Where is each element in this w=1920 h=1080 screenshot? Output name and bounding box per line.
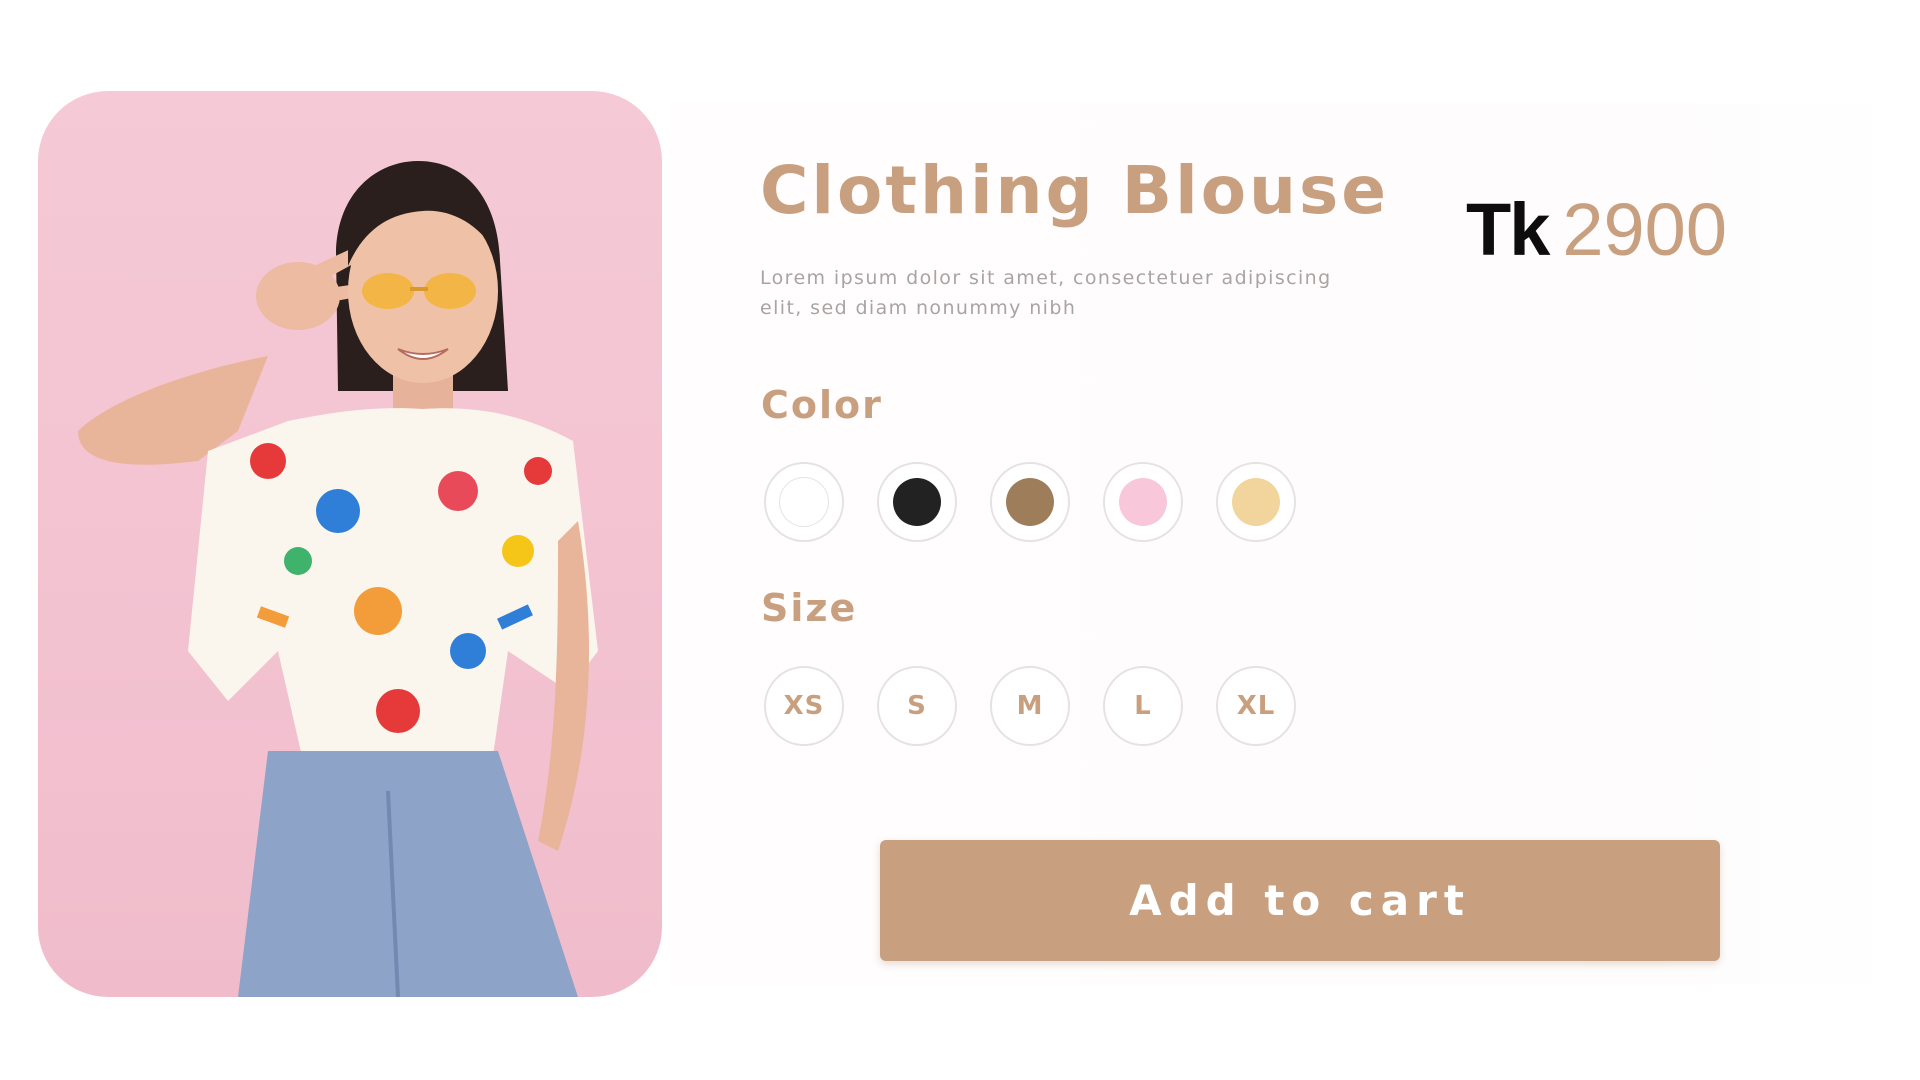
- product-price: Tk 2900: [1466, 190, 1727, 270]
- size-option-l[interactable]: L: [1103, 666, 1183, 746]
- size-option-s[interactable]: S: [877, 666, 957, 746]
- color-swatch-black[interactable]: [877, 462, 957, 542]
- price-currency: Tk: [1466, 188, 1550, 271]
- price-amount: 2900: [1562, 188, 1727, 271]
- color-swatch-list: [764, 462, 1296, 542]
- color-label: Color: [761, 383, 883, 427]
- color-swatch-white-dot: [779, 477, 829, 527]
- product-description: Lorem ipsum dolor sit amet, consectetuer…: [760, 267, 1332, 319]
- size-label: Size: [761, 586, 858, 630]
- product-model-image: [78, 161, 598, 997]
- color-swatch-pink-dot: [1119, 478, 1167, 526]
- color-swatch-white[interactable]: [764, 462, 844, 542]
- size-option-xl[interactable]: XL: [1216, 666, 1296, 746]
- product-title: Clothing Blouse: [760, 152, 1390, 229]
- color-swatch-cream[interactable]: [1216, 462, 1296, 542]
- size-option-m[interactable]: M: [990, 666, 1070, 746]
- color-swatch-brown[interactable]: [990, 462, 1070, 542]
- size-option-list: XS S M L XL: [764, 666, 1296, 746]
- color-swatch-brown-dot: [1006, 478, 1054, 526]
- color-swatch-black-dot: [893, 478, 941, 526]
- product-image-card: [38, 91, 662, 997]
- add-to-cart-button[interactable]: Add to cart: [880, 840, 1720, 961]
- color-swatch-cream-dot: [1232, 478, 1280, 526]
- color-swatch-pink[interactable]: [1103, 462, 1183, 542]
- size-option-xs[interactable]: XS: [764, 666, 844, 746]
